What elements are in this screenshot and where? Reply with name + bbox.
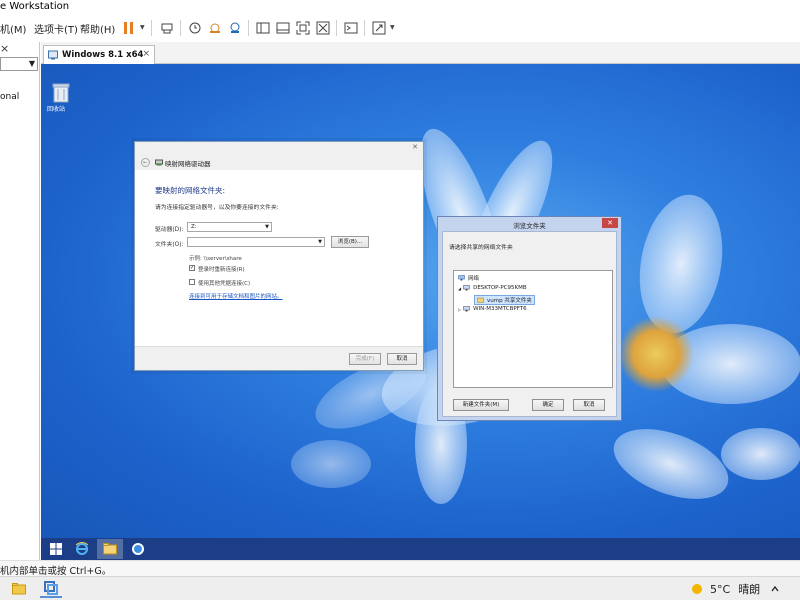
cancel-button[interactable]: 取消	[573, 399, 605, 411]
guest-taskbar	[41, 538, 800, 560]
library-item-label[interactable]: onal	[0, 92, 19, 102]
status-text: 机内部单击或按 Ctrl+G。	[0, 566, 112, 577]
start-icon[interactable]	[43, 539, 69, 559]
menu-tabs[interactable]: 选项卡(T)	[34, 21, 78, 36]
computer-icon	[463, 285, 470, 291]
back-arrow-icon[interactable]: ←	[141, 158, 150, 167]
menu-vm[interactable]: 机(M)	[0, 21, 26, 36]
file-explorer-icon[interactable]	[8, 580, 30, 598]
tab-label: Windows 8.1 x64	[62, 50, 144, 60]
finish-button[interactable]: 完成(F)	[349, 353, 381, 365]
dialog-title: 映射网络驱动器	[165, 160, 211, 168]
drive-letter-select[interactable]: Z: ▼	[187, 222, 272, 232]
tree-item-label: WIN-M33MTCBPFT6	[473, 306, 527, 312]
dialog-title: 浏览文件夹	[513, 222, 546, 230]
sun-icon	[692, 584, 702, 594]
network-drive-icon	[155, 159, 163, 166]
host-taskbar: 5°C 晴朗	[0, 576, 800, 600]
weather-widget[interactable]: 5°C 晴朗	[690, 581, 780, 597]
computer-icon	[463, 306, 470, 312]
folder-input[interactable]: ▼	[187, 237, 325, 247]
expanded-arrow-icon[interactable]: ◢	[458, 286, 461, 291]
revert-snapshot-icon[interactable]	[206, 19, 224, 37]
page-heading: 要映射的网络文件夹:	[155, 186, 226, 195]
chevron-up-icon[interactable]	[770, 584, 780, 594]
network-icon	[458, 275, 465, 281]
tree-item-network[interactable]: 网络	[458, 274, 479, 282]
browse-folder-dialog: 浏览文件夹 ✕ 请选择共享的网络文件夹 网络 ◢ DESKTOP-PC95KMB…	[437, 216, 622, 421]
browse-prompt: 请选择共享的网络文件夹	[449, 245, 513, 251]
weather-temp: 5°C	[710, 582, 731, 596]
stretch-icon[interactable]	[370, 19, 388, 37]
app-title: e Workstation	[0, 1, 70, 12]
pause-icon[interactable]	[120, 19, 138, 37]
toolbar-separator	[180, 20, 181, 36]
folder-label: 文件夹(O):	[155, 242, 184, 248]
menu-help[interactable]: 帮助(H)	[80, 21, 115, 36]
new-folder-button[interactable]: 新建文件夹(M)	[453, 399, 509, 411]
manage-snapshots-icon[interactable]	[226, 19, 244, 37]
tree-item-label: 网络	[468, 276, 480, 282]
tree-item-label: DESKTOP-PC95KMB	[473, 285, 527, 291]
drive-value: Z:	[191, 224, 197, 230]
ok-button[interactable]: 确定	[532, 399, 564, 411]
vm-icon	[48, 50, 58, 60]
status-bar: 机内部单击或按 Ctrl+G。	[0, 560, 800, 577]
example-text: 示例: \\server\share	[189, 256, 242, 262]
cancel-button[interactable]: 取消	[387, 353, 417, 365]
close-icon[interactable]: ✕	[602, 218, 618, 228]
reconnect-label: 登录时重新连接(R)	[198, 267, 245, 273]
map-network-drive-dialog: ✕ ← 映射网络驱动器 要映射的网络文件夹: 请为连接指定驱动器号，以及你要连接…	[134, 141, 424, 371]
recycle-bin-label: 回收站	[47, 106, 66, 113]
dialog-footer: 完成(F) 取消	[135, 346, 423, 370]
toolbar-separator	[248, 20, 249, 36]
network-icon[interactable]	[125, 539, 151, 559]
dialog-body: 请选择共享的网络文件夹 网络 ◢ DESKTOP-PC95KMB vump 共享…	[442, 231, 617, 417]
stretch-dropdown-icon[interactable]: ▼	[390, 24, 395, 31]
menu-bar: 机(M) 选项卡(T) 帮助(H) ▼ ▼	[0, 14, 800, 42]
console-icon[interactable]	[342, 19, 360, 37]
tree-item-desktop-pc[interactable]: ◢ DESKTOP-PC95KMB	[458, 285, 527, 291]
chevron-down-icon: ▼	[265, 224, 269, 230]
other-credentials-label: 使用其他凭据连接(C)	[198, 281, 251, 287]
toolbar-separator	[336, 20, 337, 36]
toolbar-separator	[364, 20, 365, 36]
library-search-input[interactable]: ▼	[0, 57, 38, 71]
tree-item-label: vump 共享文件夹	[487, 298, 532, 304]
collapsed-arrow-icon[interactable]: ▷	[458, 307, 461, 312]
tree-item-shared-folder[interactable]: vump 共享文件夹	[474, 295, 535, 305]
other-credentials-checkbox[interactable]	[189, 279, 195, 285]
view-sidebar-icon[interactable]	[254, 19, 272, 37]
fullscreen-icon[interactable]	[294, 19, 312, 37]
tab-windows-vm[interactable]: Windows 8.1 x64 ×	[43, 45, 155, 64]
explorer-icon[interactable]	[97, 539, 123, 559]
toolbar-separator	[151, 20, 152, 36]
weather-condition: 晴朗	[738, 583, 761, 596]
tree-item-win-pc[interactable]: ▷ WIN-M33MTCBPFT6	[458, 306, 527, 312]
shared-folder-icon	[477, 297, 484, 303]
browse-button[interactable]: 浏览(B)...	[331, 236, 369, 248]
folder-tree[interactable]: 网络 ◢ DESKTOP-PC95KMB vump 共享文件夹 ▷ WIN-M3…	[453, 270, 613, 388]
instructions: 请为连接指定驱动器号，以及你要连接的文件夹:	[155, 205, 279, 211]
drive-label: 驱动器(D):	[155, 227, 184, 233]
close-icon[interactable]: ×	[0, 42, 9, 55]
send-ctrl-alt-del-icon[interactable]	[158, 19, 176, 37]
library-panel: × ▼ onal	[0, 42, 40, 560]
website-link[interactable]: 连接到可用于存储文档和图片的网站。	[189, 292, 283, 300]
title-bar: e Workstation	[0, 0, 800, 14]
chevron-down-icon: ▼	[318, 239, 322, 245]
close-icon[interactable]: ✕	[409, 143, 421, 151]
recycle-bin-icon[interactable]	[51, 82, 71, 104]
ie-icon[interactable]	[69, 539, 95, 559]
pause-dropdown-icon[interactable]: ▼	[140, 24, 145, 31]
reconnect-checkbox[interactable]: ✓	[189, 265, 195, 271]
vm-tab-bar: Windows 8.1 x64 ×	[41, 42, 800, 64]
chevron-down-icon[interactable]: ▼	[29, 59, 35, 68]
unity-icon[interactable]	[314, 19, 332, 37]
snapshot-icon[interactable]	[186, 19, 204, 37]
tab-close-icon[interactable]: ×	[142, 49, 150, 59]
view-thumbnails-icon[interactable]	[274, 19, 292, 37]
vmware-icon[interactable]	[40, 580, 62, 598]
